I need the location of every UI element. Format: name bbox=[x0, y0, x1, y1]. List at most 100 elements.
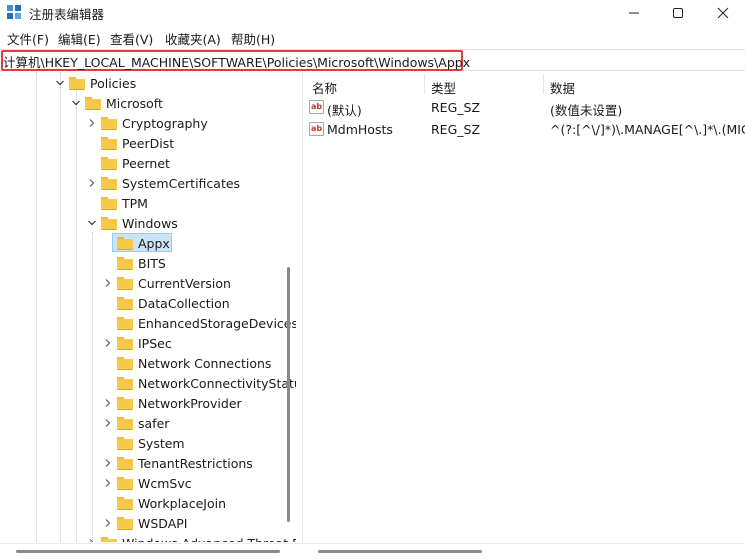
column-header-name[interactable]: 名称 bbox=[312, 78, 337, 97]
tree-vertical-scrollbar[interactable] bbox=[287, 267, 290, 522]
values-list-pane[interactable]: 名称 类型 数据 ab (默认) REG_SZ (数值未设置) ab MdmHo… bbox=[304, 72, 745, 542]
tree-item[interactable]: Network Connections bbox=[102, 353, 271, 373]
folder-icon bbox=[117, 516, 133, 530]
menu-view[interactable]: 查看(V) bbox=[110, 29, 153, 48]
chevron-right-icon[interactable] bbox=[86, 117, 98, 129]
status-divider bbox=[0, 543, 745, 544]
tree-item[interactable]: Cryptography bbox=[86, 113, 208, 133]
tree-item-label: NetworkProvider bbox=[138, 395, 242, 411]
tree-item[interactable]: BITS bbox=[102, 253, 166, 273]
tree-item[interactable]: TenantRestrictions bbox=[102, 453, 253, 473]
chevron-placeholder bbox=[102, 357, 114, 369]
chevron-right-icon[interactable] bbox=[102, 457, 114, 469]
value-name: MdmHosts bbox=[327, 122, 393, 137]
menu-favorites[interactable]: 收藏夹(A) bbox=[165, 29, 221, 48]
tree-item[interactable]: DataCollection bbox=[102, 293, 230, 313]
tree-item[interactable]: WcmSvc bbox=[102, 473, 192, 493]
menu-help[interactable]: 帮助(H) bbox=[231, 29, 275, 48]
tree-item-label: IPSec bbox=[138, 335, 172, 351]
tree-item-label: CurrentVersion bbox=[138, 275, 231, 291]
folder-icon bbox=[117, 316, 133, 330]
column-separator[interactable] bbox=[424, 74, 425, 94]
tree-item-label: Appx bbox=[138, 235, 170, 251]
value-row[interactable]: ab MdmHosts REG_SZ ^(?:[^\/]*)\.MANAGE[^… bbox=[304, 119, 745, 139]
tree-item-label: System bbox=[138, 435, 185, 451]
tree-item-label: Windows Advanced Threat Protection bbox=[122, 536, 296, 543]
value-name: (默认) bbox=[327, 103, 362, 118]
folder-icon bbox=[85, 96, 101, 110]
tree-item[interactable]: EnhancedStorageDevices bbox=[102, 313, 296, 333]
value-row[interactable]: ab (默认) REG_SZ (数值未设置) bbox=[304, 97, 745, 118]
tree-item[interactable]: Microsoft bbox=[70, 93, 163, 113]
chevron-right-icon[interactable] bbox=[102, 517, 114, 529]
folder-icon bbox=[117, 296, 133, 310]
tree-item[interactable]: PeerDist bbox=[86, 133, 174, 153]
tree-item[interactable]: NetworkConnectivityStatusIndicator bbox=[102, 373, 296, 393]
folder-icon bbox=[117, 476, 133, 490]
folder-icon bbox=[117, 236, 133, 250]
chevron-placeholder bbox=[102, 257, 114, 269]
list-horizontal-scrollbar[interactable] bbox=[318, 550, 482, 553]
tree-item[interactable]: System bbox=[102, 433, 185, 453]
value-type: REG_SZ bbox=[431, 122, 481, 137]
tree-item[interactable]: Policies bbox=[54, 73, 136, 93]
chevron-right-icon[interactable] bbox=[102, 417, 114, 429]
chevron-right-icon[interactable] bbox=[102, 337, 114, 349]
column-separator[interactable] bbox=[543, 74, 544, 94]
tree-item-label: PeerDist bbox=[122, 135, 175, 151]
tree-item[interactable]: safer bbox=[102, 413, 169, 433]
chevron-placeholder bbox=[86, 197, 98, 209]
chevron-right-icon[interactable] bbox=[86, 177, 98, 189]
chevron-down-icon[interactable] bbox=[86, 217, 98, 229]
chevron-down-icon[interactable] bbox=[70, 97, 82, 109]
chevron-placeholder bbox=[102, 297, 114, 309]
menu-file[interactable]: 文件(F) bbox=[7, 29, 49, 48]
chevron-down-icon[interactable] bbox=[54, 77, 66, 89]
tree-item-label: Microsoft bbox=[106, 95, 163, 111]
folder-icon bbox=[117, 356, 133, 370]
pane-splitter[interactable] bbox=[302, 72, 303, 542]
tree-item-label: EnhancedStorageDevices bbox=[138, 315, 296, 331]
tree-item[interactable]: CurrentVersion bbox=[102, 273, 231, 293]
chevron-right-icon[interactable] bbox=[102, 477, 114, 489]
tree-item-label: BITS bbox=[138, 255, 166, 271]
folder-icon bbox=[117, 436, 133, 450]
tree-item[interactable]: TPM bbox=[86, 193, 148, 213]
column-header-data[interactable]: 数据 bbox=[550, 78, 575, 97]
chevron-placeholder bbox=[102, 237, 114, 249]
folder-icon bbox=[117, 396, 133, 410]
tree-item-label: Windows bbox=[122, 215, 178, 231]
value-data: ^(?:[^\/]*)\.MANAGE[^\.]*\.(MICR bbox=[550, 122, 745, 137]
tree-item[interactable]: Peernet bbox=[86, 153, 170, 173]
tree-item-label: safer bbox=[138, 415, 170, 431]
folder-icon bbox=[101, 176, 117, 190]
tree-item[interactable]: Appx bbox=[102, 233, 170, 253]
chevron-right-icon[interactable] bbox=[102, 277, 114, 289]
tree-guide-line bbox=[76, 92, 77, 542]
tree-item[interactable]: WorkplaceJoin bbox=[102, 493, 226, 513]
folder-icon bbox=[101, 196, 117, 210]
value-type: REG_SZ bbox=[431, 100, 481, 115]
tree-item[interactable]: NetworkProvider bbox=[102, 393, 242, 413]
tree-item-label: Cryptography bbox=[122, 115, 208, 131]
tree-pane[interactable]: Policies Microsoft Cryptography PeerDist Pee… bbox=[0, 72, 296, 542]
tree-item[interactable]: Windows Advanced Threat Protection bbox=[86, 533, 296, 542]
close-button[interactable] bbox=[700, 0, 745, 26]
chevron-right-icon[interactable] bbox=[86, 537, 98, 542]
tree-item[interactable]: WSDAPI bbox=[102, 513, 187, 533]
address-path[interactable]: 计算机\HKEY_LOCAL_MACHINE\SOFTWARE\Policies… bbox=[3, 52, 470, 71]
column-header-type[interactable]: 类型 bbox=[431, 78, 456, 97]
chevron-right-icon[interactable] bbox=[102, 397, 114, 409]
folder-icon bbox=[117, 276, 133, 290]
menu-edit[interactable]: 编辑(E) bbox=[58, 29, 101, 48]
folder-icon bbox=[101, 216, 117, 230]
minimize-button[interactable] bbox=[611, 0, 657, 26]
tree-horizontal-scrollbar[interactable] bbox=[16, 550, 280, 553]
tree-item[interactable]: Windows bbox=[86, 213, 178, 233]
tree-item[interactable]: SystemCertificates bbox=[86, 173, 240, 193]
tree-item-label: NetworkConnectivityStatusIndicator bbox=[138, 375, 296, 391]
chevron-placeholder bbox=[86, 137, 98, 149]
address-bar[interactable]: 计算机\HKEY_LOCAL_MACHINE\SOFTWARE\Policies… bbox=[0, 49, 745, 71]
tree-item[interactable]: IPSec bbox=[102, 333, 172, 353]
maximize-button[interactable] bbox=[655, 0, 701, 26]
